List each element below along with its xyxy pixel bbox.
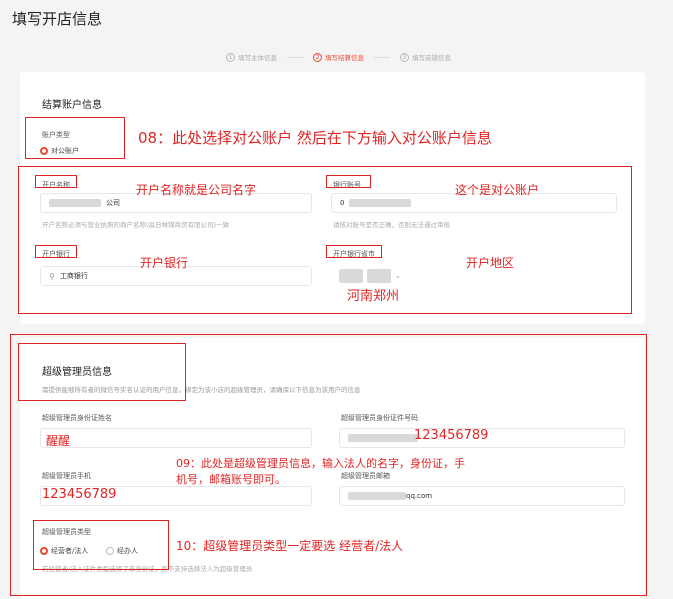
annotation-box-admin-title	[18, 343, 186, 401]
step-2[interactable]: 2 填写结算信息	[313, 52, 364, 62]
step-1[interactable]: 1 填写主体信息	[226, 52, 277, 62]
stepper: 1 填写主体信息 2 填写结算信息 3 填写店铺信息	[226, 52, 451, 62]
step-2-label: 填写结算信息	[325, 54, 364, 62]
step-3-label: 填写店铺信息	[412, 54, 451, 62]
annotation-region: 开户地区	[466, 256, 515, 270]
page-title: 填写开店信息	[12, 10, 103, 28]
annotation-08: 08：此处选择对公账户 然后在下方输入对公账户信息	[138, 129, 492, 147]
annotation-box-account-info	[18, 166, 632, 314]
annotation-bank: 开户银行	[140, 256, 189, 270]
annotation-name-value: 醒醒	[46, 434, 71, 448]
settlement-title: 结算账户信息	[42, 100, 102, 111]
annotation-box-bank-account	[326, 175, 371, 188]
step-3-number: 3	[400, 52, 409, 62]
annotation-region-value: 河南郑州	[347, 289, 400, 304]
step-divider	[374, 56, 390, 58]
annotation-box-account-name	[35, 175, 77, 188]
annotation-09-line2: 机号，邮箱账号即可。	[176, 473, 286, 486]
annotation-account-name: 开户名称就是公司名字	[136, 183, 257, 197]
annotation-box-account-type	[25, 117, 125, 159]
annotation-box-region	[326, 245, 382, 258]
step-1-label: 填写主体信息	[238, 54, 277, 62]
step-1-number: 1	[226, 52, 235, 62]
annotation-10: 10：超级管理员类型一定要选 经营者/法人	[176, 539, 404, 553]
annotation-box-bank	[35, 245, 77, 258]
annotation-id-value: 123456789	[414, 428, 489, 443]
annotation-bank-account: 这个是对公账户	[455, 183, 540, 197]
step-divider	[287, 56, 303, 58]
annotation-phone-value: 123456789	[42, 487, 117, 502]
step-2-number: 2	[313, 52, 322, 62]
step-3[interactable]: 3 填写店铺信息	[400, 52, 451, 62]
annotation-09-line1: 09：此处是超级管理员信息，输入法人的名字，身份证，手	[176, 457, 465, 470]
annotation-box-admin-type	[33, 520, 169, 570]
